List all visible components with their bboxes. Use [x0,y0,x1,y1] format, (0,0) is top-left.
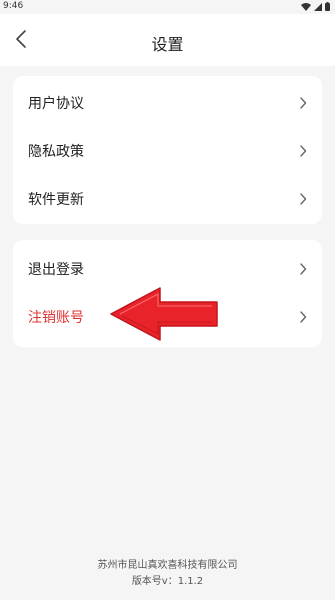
menu-item-label: 用户协议 [28,96,84,112]
version-text: 版本号v：1.1.2 [131,576,204,587]
chevron-right-icon [300,311,307,323]
menu-item-software-update[interactable]: 软件更新 [13,175,322,223]
footer: 苏州市昆山真欢喜科技有限公司 版本号v：1.1.2 [0,558,335,590]
signal-icon [314,2,322,11]
nav-bar: 设置 [0,14,335,66]
settings-group-info: 用户协议 隐私政策 软件更新 [13,76,322,224]
annotation-arrow-icon [110,287,218,341]
chevron-right-icon [300,193,307,205]
chevron-right-icon [300,263,307,275]
wifi-icon [301,2,311,11]
menu-item-label: 注销账号 [28,310,84,326]
status-time: 9:46 [3,1,24,11]
menu-item-label: 退出登录 [28,262,84,278]
menu-item-label: 软件更新 [28,192,84,208]
status-bar: 9:46 [0,0,335,14]
chevron-right-icon [300,145,307,157]
company-name: 苏州市昆山真欢喜科技有限公司 [97,560,238,571]
menu-item-privacy-policy[interactable]: 隐私政策 [13,127,322,175]
chevron-right-icon [300,97,307,109]
battery-icon [325,2,330,11]
status-icons [301,2,330,11]
menu-item-label: 隐私政策 [28,144,84,160]
page-title: 设置 [151,35,184,54]
menu-item-user-agreement[interactable]: 用户协议 [13,79,322,127]
